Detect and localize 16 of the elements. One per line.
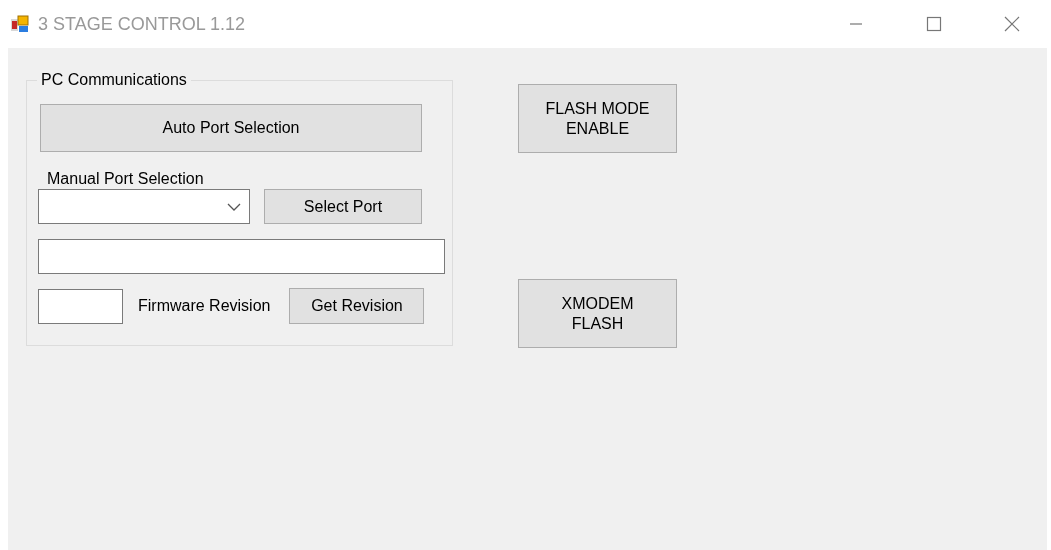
get-revision-button[interactable]: Get Revision <box>289 288 425 324</box>
flash-button[interactable]: FLASH MODE ENABLE <box>518 84 677 153</box>
field-label: Manual Port Selection <box>47 169 205 189</box>
minimize-icon <box>850 23 862 25</box>
app-icon <box>10 14 30 34</box>
field-label: Firmware Revision <box>138 296 271 316</box>
auto-port-button[interactable]: Auto Port Selection <box>40 104 422 152</box>
firmware-field[interactable] <box>38 288 123 324</box>
port-dropdown[interactable] <box>38 189 250 224</box>
flash-button[interactable]: XMODEM FLASH <box>518 279 677 348</box>
select-port-button[interactable]: Select Port <box>264 189 422 224</box>
close-icon <box>1003 15 1021 33</box>
chevron-down-icon <box>227 202 241 211</box>
input-field[interactable] <box>38 239 445 274</box>
window-title: 3 STAGE CONTROL 1.12 <box>38 12 246 36</box>
maximize-icon <box>926 16 942 32</box>
